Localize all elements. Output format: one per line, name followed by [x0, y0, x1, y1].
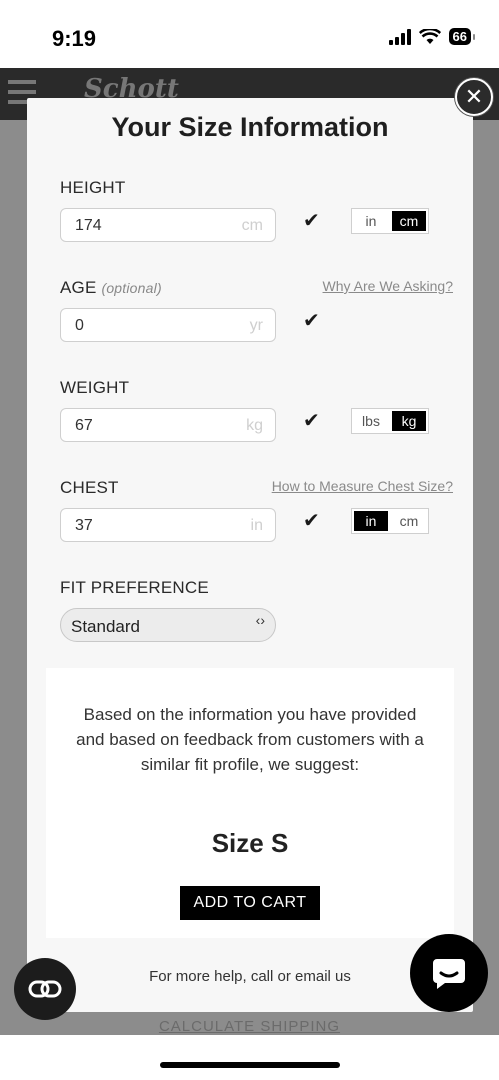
- height-unit-cm[interactable]: cm: [390, 209, 428, 233]
- browser-bottom-bar: [0, 1035, 499, 1080]
- height-unit: cm: [241, 217, 263, 234]
- fit-preference-label: FIT PREFERENCE: [60, 578, 209, 597]
- chest-label: CHEST: [60, 478, 119, 497]
- age-unit: yr: [249, 317, 263, 334]
- chevron-updown-icon: ‹›: [255, 612, 265, 628]
- weight-unit-kg[interactable]: kg: [390, 409, 428, 433]
- weight-unit-toggle: lbs kg: [351, 408, 429, 434]
- height-value: 174: [75, 217, 102, 234]
- suggested-size: Size S: [211, 828, 289, 858]
- height-check-icon: ✔: [303, 210, 320, 232]
- chat-button[interactable]: [410, 934, 488, 1012]
- height-unit-toggle: in cm: [351, 208, 429, 234]
- chest-unit-cm[interactable]: cm: [390, 509, 428, 533]
- age-label: AGE (optional): [60, 278, 162, 298]
- modal-title: Your Size Information: [111, 112, 389, 142]
- weight-label: WEIGHT: [60, 378, 130, 397]
- chat-icon: [433, 959, 465, 989]
- status-bar: 9:19 66: [0, 0, 499, 68]
- weight-unit: kg: [246, 417, 263, 434]
- help-text: For more help, call or email us: [149, 968, 351, 985]
- height-input[interactable]: 174 cm: [60, 208, 276, 242]
- age-label-text: AGE: [60, 278, 97, 297]
- wifi-icon: [418, 28, 441, 44]
- calculate-shipping-link: CALCULATE SHIPPING: [158, 1018, 341, 1035]
- weight-unit-lbs[interactable]: lbs: [352, 409, 390, 433]
- fit-preference-value: Standard: [71, 617, 140, 636]
- link-button[interactable]: [14, 958, 76, 1020]
- suggestion-text: Based on the information you have provid…: [76, 705, 424, 774]
- chest-unit: in: [250, 517, 263, 534]
- chest-unit-in[interactable]: in: [352, 509, 390, 533]
- close-modal-button[interactable]: ✕: [455, 78, 493, 116]
- measure-chest-link[interactable]: How to Measure Chest Size?: [272, 478, 453, 494]
- size-suggestion-box: Based on the information you have provid…: [46, 668, 454, 938]
- weight-input[interactable]: 67 kg: [60, 408, 276, 442]
- chest-value: 37: [75, 517, 93, 534]
- fit-preference-select[interactable]: Standard ‹›: [60, 608, 276, 642]
- age-input[interactable]: 0 yr: [60, 308, 276, 342]
- add-to-cart-button[interactable]: ADD TO CART: [180, 886, 320, 920]
- why-asking-link[interactable]: Why Are We Asking?: [323, 278, 453, 294]
- close-icon: ✕: [464, 84, 484, 109]
- age-check-icon: ✔: [303, 310, 320, 332]
- weight-value: 67: [75, 417, 93, 434]
- size-info-modal: Your Size Information HEIGHT 174 cm ✔ in…: [27, 98, 473, 1012]
- cellular-signal-icon: [388, 28, 411, 45]
- height-label: HEIGHT: [60, 178, 126, 197]
- age-value: 0: [75, 317, 84, 334]
- status-time: 9:19: [52, 26, 97, 51]
- home-indicator: [160, 1062, 340, 1068]
- status-icons: 66: [388, 28, 476, 45]
- weight-check-icon: ✔: [303, 410, 320, 432]
- height-unit-in[interactable]: in: [352, 209, 390, 233]
- chest-unit-toggle: in cm: [351, 508, 429, 534]
- battery-icon: 66: [448, 28, 476, 45]
- chest-check-icon: ✔: [303, 510, 320, 532]
- age-optional: (optional): [101, 280, 162, 296]
- chest-input[interactable]: 37 in: [60, 508, 276, 542]
- link-icon: [28, 980, 62, 998]
